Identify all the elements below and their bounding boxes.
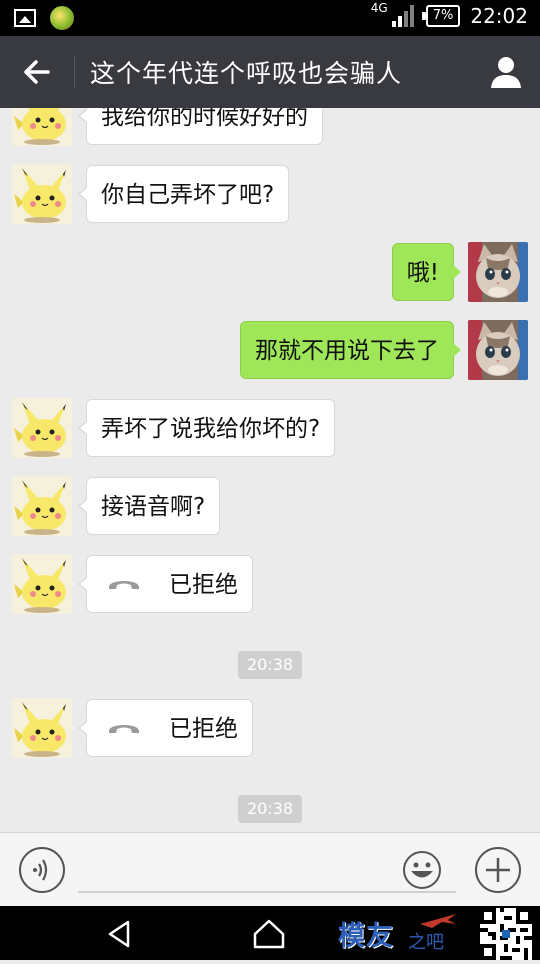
more-options-button[interactable] (474, 846, 522, 898)
contact-avatar[interactable] (12, 164, 72, 224)
call-status-text: 已拒绝 (169, 572, 238, 598)
message-text: 那就不用说下去了 (255, 338, 439, 364)
message-row: 已拒绝 (0, 554, 540, 614)
timestamp: 20:38 (238, 651, 302, 679)
qr-code-icon (480, 908, 532, 960)
chat-info-button[interactable] (484, 50, 528, 94)
pikachu-avatar-image (12, 698, 72, 758)
received-message-bubble[interactable]: 你自己弄坏了吧? (77, 165, 290, 223)
smiley-icon (403, 851, 441, 889)
voice-icon (19, 847, 65, 893)
message-row: 哦! (0, 242, 540, 302)
message-text: 你自己弄坏了吧? (101, 182, 275, 208)
nav-back-button[interactable] (104, 918, 136, 954)
message-row: 你自己弄坏了吧? (0, 164, 540, 224)
voice-call-record-bubble[interactable]: 已拒绝 (78, 555, 253, 615)
triangle-back-icon (108, 920, 130, 948)
input-bar (0, 832, 540, 907)
timestamp: 20:38 (238, 795, 302, 823)
nav-home-button[interactable] (252, 918, 286, 954)
contact-avatar[interactable] (12, 554, 72, 614)
watermark-subtext: 之吧 (408, 932, 444, 953)
message-row: 那就不用说下去了 (0, 320, 540, 380)
message-text: 哦! (406, 260, 439, 286)
phone-handset-icon (107, 701, 141, 759)
app-notification-icon (50, 6, 74, 30)
back-button[interactable] (14, 50, 58, 94)
message-list[interactable]: 我给你的时候好好的 你自己弄坏了吧? 哦! 那就不用说下去了 弄坏了说我给你坏的… (0, 108, 540, 832)
contact-avatar[interactable] (12, 108, 72, 146)
sent-message-bubble[interactable]: 哦! (391, 243, 462, 301)
message-row: 弄坏了说我给你坏的? (0, 398, 540, 458)
pikachu-avatar-image (12, 476, 72, 536)
my-avatar[interactable] (468, 320, 528, 380)
message-row: 接语音啊? (0, 476, 540, 536)
watermark-text: 模友 (338, 921, 394, 952)
pikachu-avatar-image (12, 554, 72, 614)
call-status-text: 已拒绝 (169, 716, 238, 742)
contact-avatar[interactable] (12, 476, 72, 536)
voice-call-record-bubble[interactable]: 已拒绝 (78, 699, 253, 759)
system-navigation-bar: 模友 之吧 (0, 906, 540, 960)
status-bar: 4G 7% 22:02 (0, 0, 540, 36)
network-type: 4G (370, 1, 388, 15)
pikachu-avatar-image (12, 398, 72, 458)
message-text: 接语音啊? (101, 494, 206, 520)
emoji-button[interactable] (402, 850, 442, 894)
message-text: 弄坏了说我给你坏的? (101, 416, 321, 442)
chat-header: 这个年代连个呼吸也会骗人 (0, 36, 540, 108)
sent-message-bubble[interactable]: 那就不用说下去了 (240, 321, 461, 379)
kitten-avatar-image (468, 320, 528, 380)
kitten-avatar-image (468, 242, 528, 302)
received-message-bubble[interactable]: 弄坏了说我给你坏的? (77, 399, 336, 457)
contact-avatar[interactable] (12, 698, 72, 758)
airplane-icon (420, 914, 456, 928)
voice-input-button[interactable] (18, 846, 66, 898)
message-text: 我给你的时候好好的 (101, 108, 308, 130)
received-message-bubble[interactable]: 接语音啊? (77, 477, 221, 535)
message-input[interactable] (78, 851, 456, 893)
chat-title: 这个年代连个呼吸也会骗人 (90, 59, 403, 88)
header-divider (74, 56, 75, 88)
message-row: 我给你的时候好好的 (0, 108, 540, 146)
back-arrow-icon (24, 60, 50, 84)
contact-avatar[interactable] (12, 398, 72, 458)
image-notification-icon (14, 9, 36, 27)
pikachu-avatar-image (12, 108, 72, 146)
clock: 22:02 (470, 4, 528, 28)
received-message-bubble[interactable]: 我给你的时候好好的 (78, 108, 323, 145)
pikachu-avatar-image (12, 164, 72, 224)
person-icon (491, 57, 521, 88)
home-icon (253, 919, 285, 949)
plus-icon (475, 847, 521, 893)
battery-indicator: 7% (421, 5, 461, 27)
signal-icon (391, 5, 416, 27)
my-avatar[interactable] (468, 242, 528, 302)
message-row: 已拒绝 (0, 698, 540, 758)
phone-handset-icon (107, 557, 141, 615)
